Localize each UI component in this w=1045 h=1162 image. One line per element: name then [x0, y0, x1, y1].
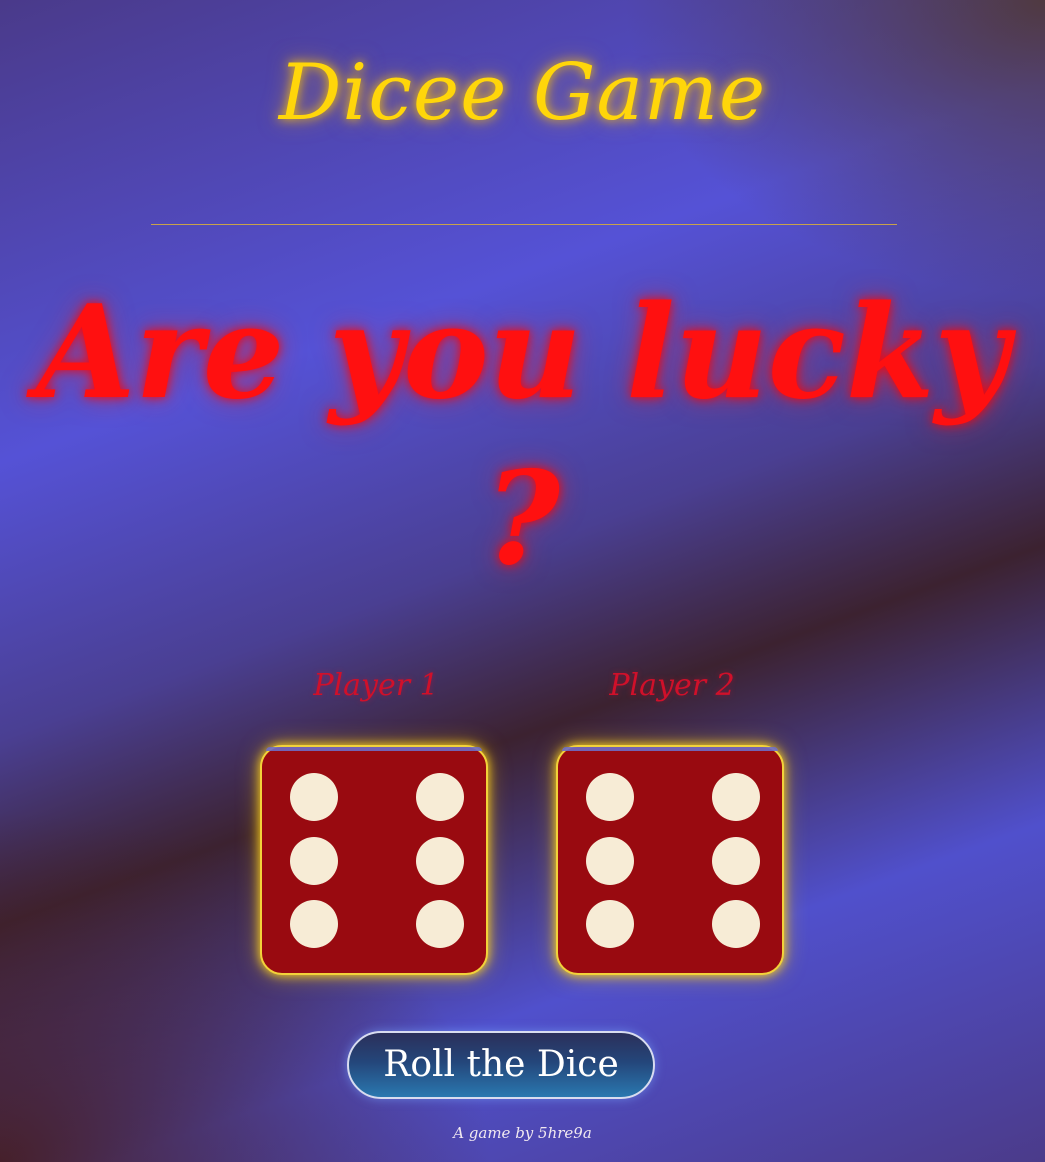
die-pip — [712, 837, 760, 885]
die-pip — [586, 900, 634, 948]
divider — [151, 224, 897, 225]
page-title: Dicee Game — [278, 48, 767, 138]
footer-credit: A game by 5hre9a — [453, 1124, 592, 1142]
die-pip — [290, 837, 338, 885]
die-pip — [586, 837, 634, 885]
player-2-die — [556, 745, 784, 975]
die-pip — [416, 773, 464, 821]
die-pip — [712, 900, 760, 948]
die-pip — [416, 900, 464, 948]
headline: Are you lucky ? — [36, 278, 1009, 594]
player-1-label: Player 1 — [313, 668, 439, 703]
die-pip — [712, 773, 760, 821]
die-pip — [290, 900, 338, 948]
die-pip — [586, 773, 634, 821]
roll-dice-button[interactable]: Roll the Dice — [347, 1031, 655, 1099]
player-1-die — [260, 745, 488, 975]
player-2-label: Player 2 — [609, 668, 735, 703]
die-pip — [290, 773, 338, 821]
die-pip — [416, 837, 464, 885]
